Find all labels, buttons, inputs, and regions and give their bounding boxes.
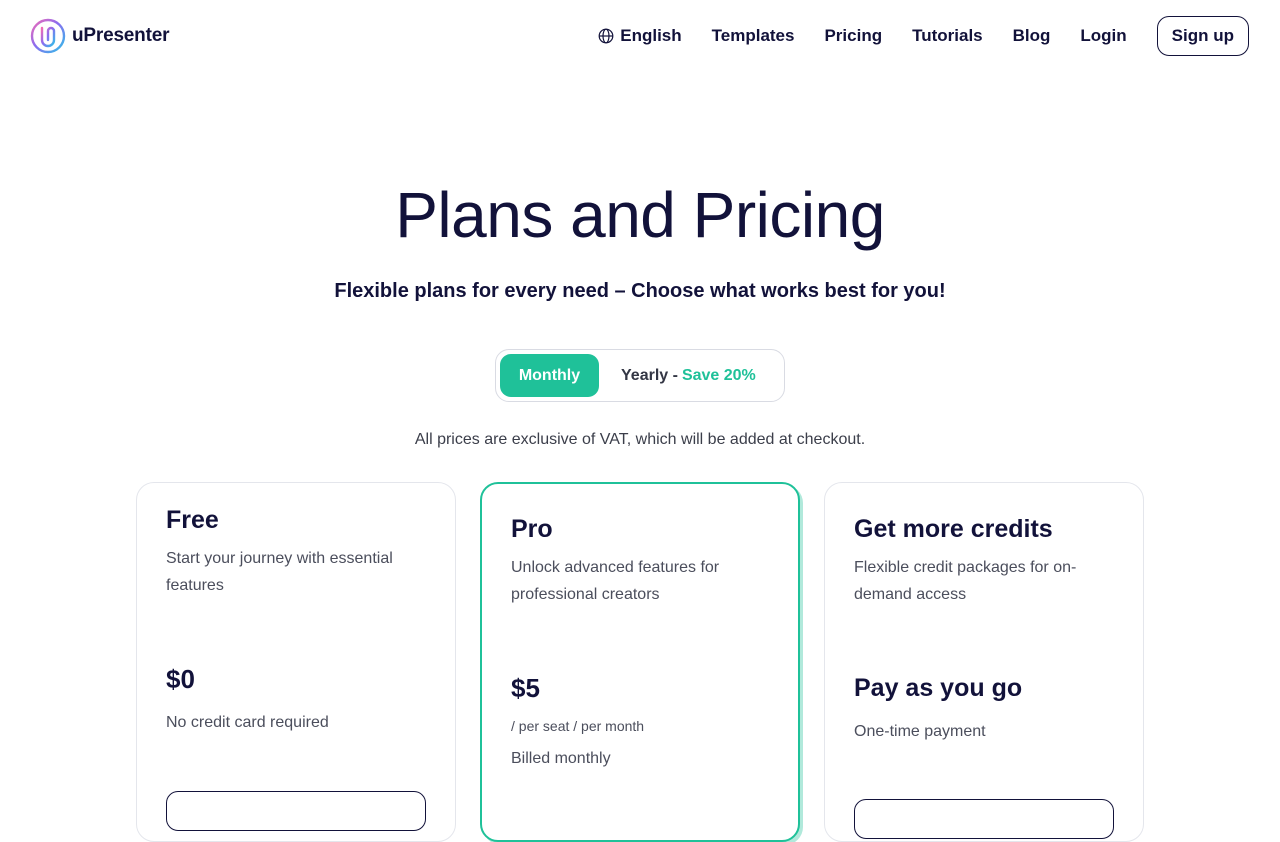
plan-description: Flexible credit packages for on-demand a… [854,559,1077,603]
billing-period-toggle: Monthly Yearly - Save 20% [495,349,785,402]
plan-price: Pay as you go [854,674,1023,702]
plan-cta-button[interactable] [166,791,426,831]
vat-note: All prices are exclusive of VAT, which w… [414,431,866,448]
plan-description: Start your journey with essential featur… [166,550,393,594]
plan-note: One-time payment [854,723,986,740]
nav-blog[interactable]: Blog [1013,26,1051,46]
nav-login[interactable]: Login [1080,26,1126,46]
brand-name: uPresenter [72,25,170,46]
plan-price: $5 [511,673,540,703]
plan-price-unit: / per seat / per month [511,718,645,734]
site-header: uPresenter English Templates Pricing Tut… [0,0,1280,72]
toggle-yearly-label: Yearly - [621,366,678,384]
plan-card-pro: Pro Unlock advanced features for profess… [480,482,800,842]
yearly-save-badge: Save 20% [681,366,756,384]
main-nav: English Templates Pricing Tutorials Blog… [598,16,1249,56]
plan-note: Billed monthly [511,750,611,767]
nav-language[interactable]: English [598,26,682,46]
nav-templates[interactable]: Templates [712,26,795,46]
plan-price: $0 [166,664,195,694]
plan-card-credits: Get more credits Flexible credit package… [824,482,1144,842]
toggle-yearly-option[interactable]: Yearly - Save 20% [621,367,756,385]
page-title: Plans and Pricing [395,179,885,251]
plan-note: No credit card required [166,714,329,731]
plan-name: Pro [511,515,553,543]
plan-description: Unlock advanced features for professiona… [511,559,720,603]
page-subtitle: Flexible plans for every need – Choose w… [334,280,946,302]
nav-language-label: English [620,26,682,45]
nav-tutorials[interactable]: Tutorials [912,26,983,46]
brand[interactable]: uPresenter [30,18,169,54]
toggle-monthly-option[interactable]: Monthly [500,354,599,397]
signup-button[interactable]: Sign up [1156,16,1249,56]
nav-pricing[interactable]: Pricing [824,26,882,46]
plan-cta-button[interactable] [854,799,1114,839]
plan-name: Free [166,506,219,534]
plan-card-free: Free Start your journey with essential f… [136,482,456,842]
upresenter-logo-icon [30,18,66,54]
plan-name: Get more credits [854,515,1053,543]
globe-icon [598,28,614,44]
